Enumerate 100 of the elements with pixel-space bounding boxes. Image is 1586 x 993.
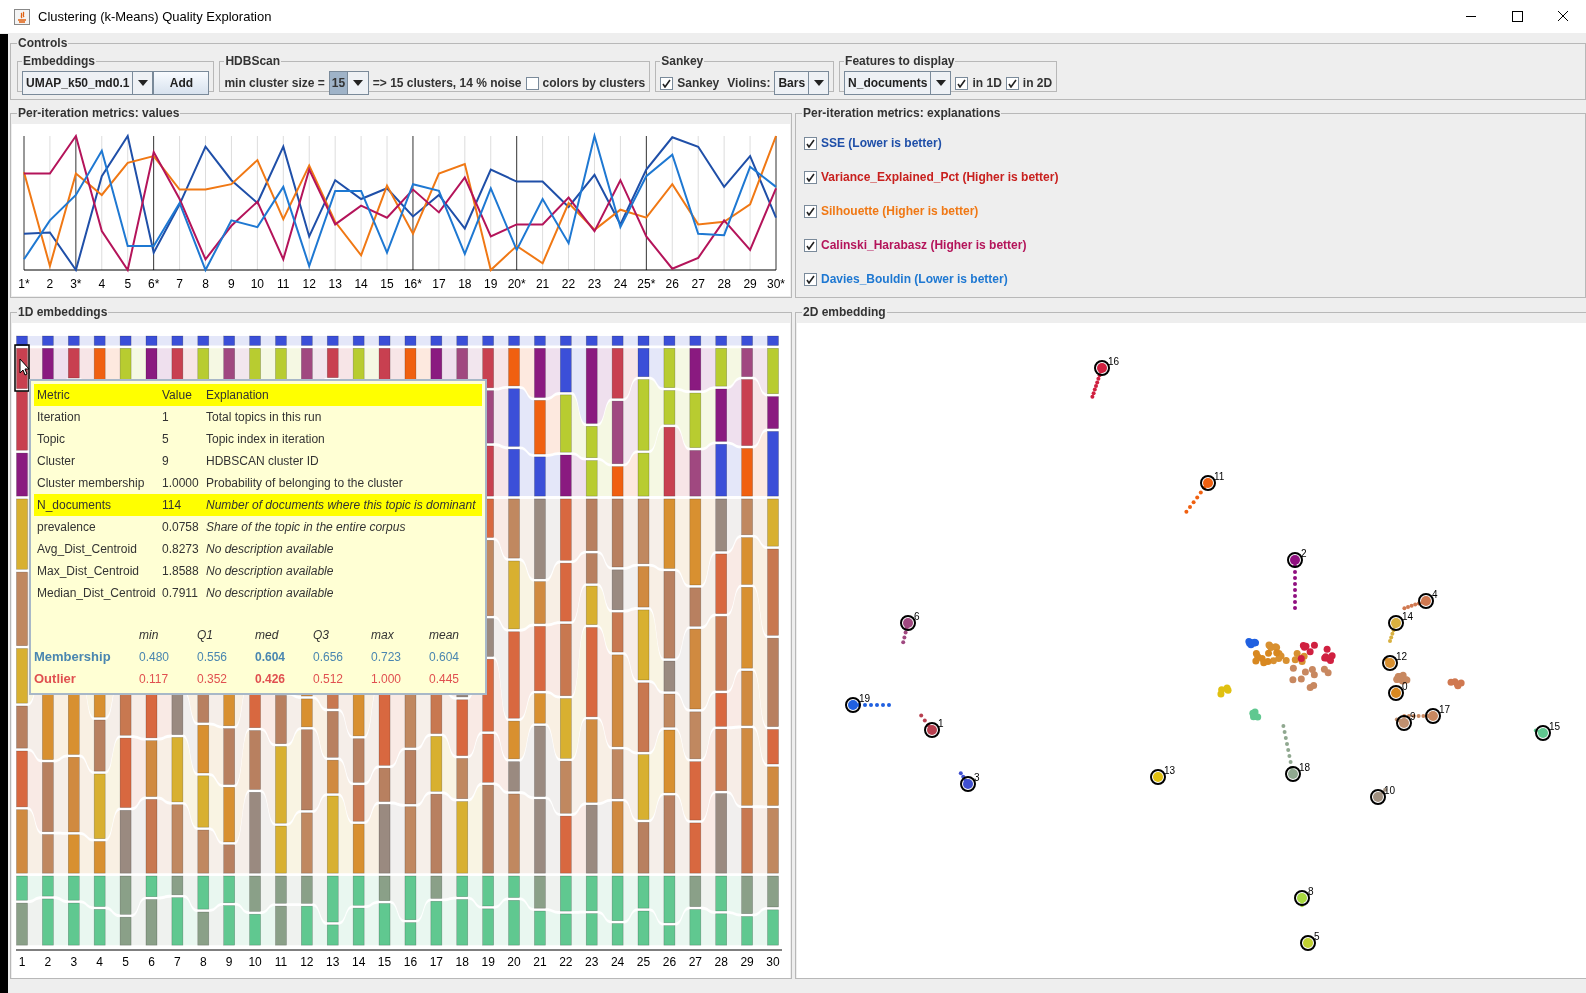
- table-cell: N_documents: [34, 494, 162, 516]
- checkbox[interactable]: [955, 76, 969, 90]
- axis-label: 27: [691, 277, 705, 291]
- axis-label: 13: [328, 277, 342, 291]
- dropdown-arrow-icon: [137, 80, 148, 86]
- checkbox[interactable]: [804, 272, 817, 286]
- cluster-label: 18: [1299, 762, 1311, 773]
- cluster-size-spinner[interactable]: 15: [328, 71, 369, 95]
- feature-dropdown[interactable]: N_documents: [844, 71, 952, 95]
- checkbox-label: colors by clusters: [542, 75, 646, 92]
- cluster-label: 8: [1308, 886, 1314, 897]
- table-cell-text: 0.556: [196, 649, 229, 666]
- table-cell-text: HDBSCAN cluster ID: [206, 453, 320, 470]
- axis-label: 28: [714, 955, 728, 969]
- dropdown-arrow-icon: [935, 80, 946, 86]
- cluster-result-text: => 15 clusters, 14 % noise: [372, 75, 522, 92]
- axis-label: 30*: [767, 277, 785, 291]
- axis-label: 9: [225, 955, 233, 969]
- axis-label: 10: [248, 955, 262, 969]
- column-header: Q3: [312, 627, 330, 644]
- table-cell-text: Iteration: [36, 409, 82, 426]
- window-title: Clustering (k-Means) Quality Exploration: [38, 7, 272, 26]
- cluster-label: 16: [1108, 356, 1120, 367]
- checkbox[interactable]: [804, 170, 817, 184]
- axis-label: 21: [535, 277, 550, 291]
- table-cell-text: Max_Dist_Centroid: [36, 563, 141, 580]
- cursor-icon: [19, 358, 30, 376]
- axis-label: 13: [326, 955, 340, 969]
- axis-label: 17: [432, 277, 446, 291]
- checkbox[interactable]: [804, 238, 817, 252]
- embedding-dropdown[interactable]: UMAP_k50_md0.1: [22, 71, 154, 95]
- axis-label: 29: [740, 955, 754, 969]
- column-header: med: [254, 627, 280, 644]
- table-cell-text: No description available: [206, 563, 335, 580]
- cluster-label: 2: [1301, 548, 1307, 559]
- cluster-label: 14: [1402, 611, 1414, 622]
- section-title: Per-iteration metrics: explanations: [802, 105, 1002, 122]
- app-icon: [14, 8, 30, 25]
- table-cell: 114: [162, 494, 206, 516]
- axis-label: 21: [533, 955, 547, 969]
- checkbox[interactable]: [1005, 76, 1019, 90]
- cluster-label: 11: [1214, 471, 1225, 482]
- row-header: Membership: [34, 648, 112, 667]
- checkbox[interactable]: [804, 204, 817, 218]
- table-cell-text: 1.8588: [162, 563, 200, 580]
- axis-label: 26: [665, 277, 679, 291]
- point-cloud: [1217, 684, 1232, 698]
- table-cell-text: 0.656: [312, 649, 345, 666]
- checkbox[interactable]: [804, 136, 817, 150]
- axis-label: 18: [458, 277, 472, 291]
- add-button[interactable]: Add: [153, 71, 210, 95]
- table-cell-text: 0.604: [254, 649, 287, 666]
- axis-label: 2: [46, 277, 54, 291]
- violins-dropdown[interactable]: Bars: [774, 71, 830, 95]
- axis-label: 4: [96, 955, 104, 969]
- axis-label: 29: [743, 277, 757, 291]
- cluster-label: 13: [1164, 765, 1176, 776]
- metric-legend-label: Silhouette (Higher is better): [821, 203, 979, 220]
- axis-label: 6*: [148, 277, 160, 291]
- checkbox[interactable]: [525, 76, 539, 90]
- checkbox-label: in 1D: [972, 75, 1002, 92]
- axis-label: 3*: [70, 277, 82, 291]
- section-title: 2D embedding: [802, 304, 887, 321]
- dropdown-arrow-icon: [352, 80, 363, 86]
- table-cell-text: Topic: [36, 431, 66, 448]
- checkbox-label: Sankey: [677, 75, 720, 92]
- checkbox[interactable]: [660, 76, 674, 90]
- table-cell-text: Probability of belonging to the cluster: [206, 475, 404, 492]
- point-cloud: [1447, 678, 1465, 690]
- table-cell-text: 0.117: [138, 671, 170, 688]
- cluster-label: 9: [1410, 711, 1416, 722]
- table-cell-text: 9: [162, 453, 170, 470]
- column-header: Value: [162, 384, 206, 406]
- axis-label: 10: [250, 277, 265, 291]
- group-title: Features to display: [844, 53, 956, 70]
- axis-label: 15: [377, 955, 392, 969]
- axis-label: 12: [300, 955, 314, 969]
- cluster-label: 6: [914, 611, 920, 622]
- table-cell-text: 5: [162, 431, 170, 448]
- field-label: min cluster size =: [224, 75, 325, 92]
- point-cloud: [1289, 664, 1332, 691]
- axis-label: 30: [766, 955, 780, 969]
- table-cell-text: Total topics in this run: [206, 409, 323, 426]
- cluster-label: 15: [1549, 721, 1561, 732]
- axis-label: 19: [484, 277, 498, 291]
- axis-label: 2: [44, 955, 52, 969]
- column-header: Metric: [34, 384, 162, 406]
- cluster-label: 10: [1384, 785, 1396, 796]
- axis-label: 12: [302, 277, 316, 291]
- table-cell-text: 0.445: [428, 671, 461, 688]
- axis-label: 11: [277, 277, 290, 291]
- axis-label: 20: [507, 955, 521, 969]
- axis-label: 27: [688, 955, 702, 969]
- column-header: max: [370, 627, 395, 644]
- axis-label: 7: [174, 955, 181, 969]
- field-label: Violins:: [727, 75, 771, 92]
- table-cell-text: 0.512: [312, 671, 345, 688]
- column-header: min: [138, 627, 160, 644]
- table-cell-text: Share of the topic in the entire corpus: [206, 519, 407, 536]
- axis-label: 8: [202, 277, 209, 291]
